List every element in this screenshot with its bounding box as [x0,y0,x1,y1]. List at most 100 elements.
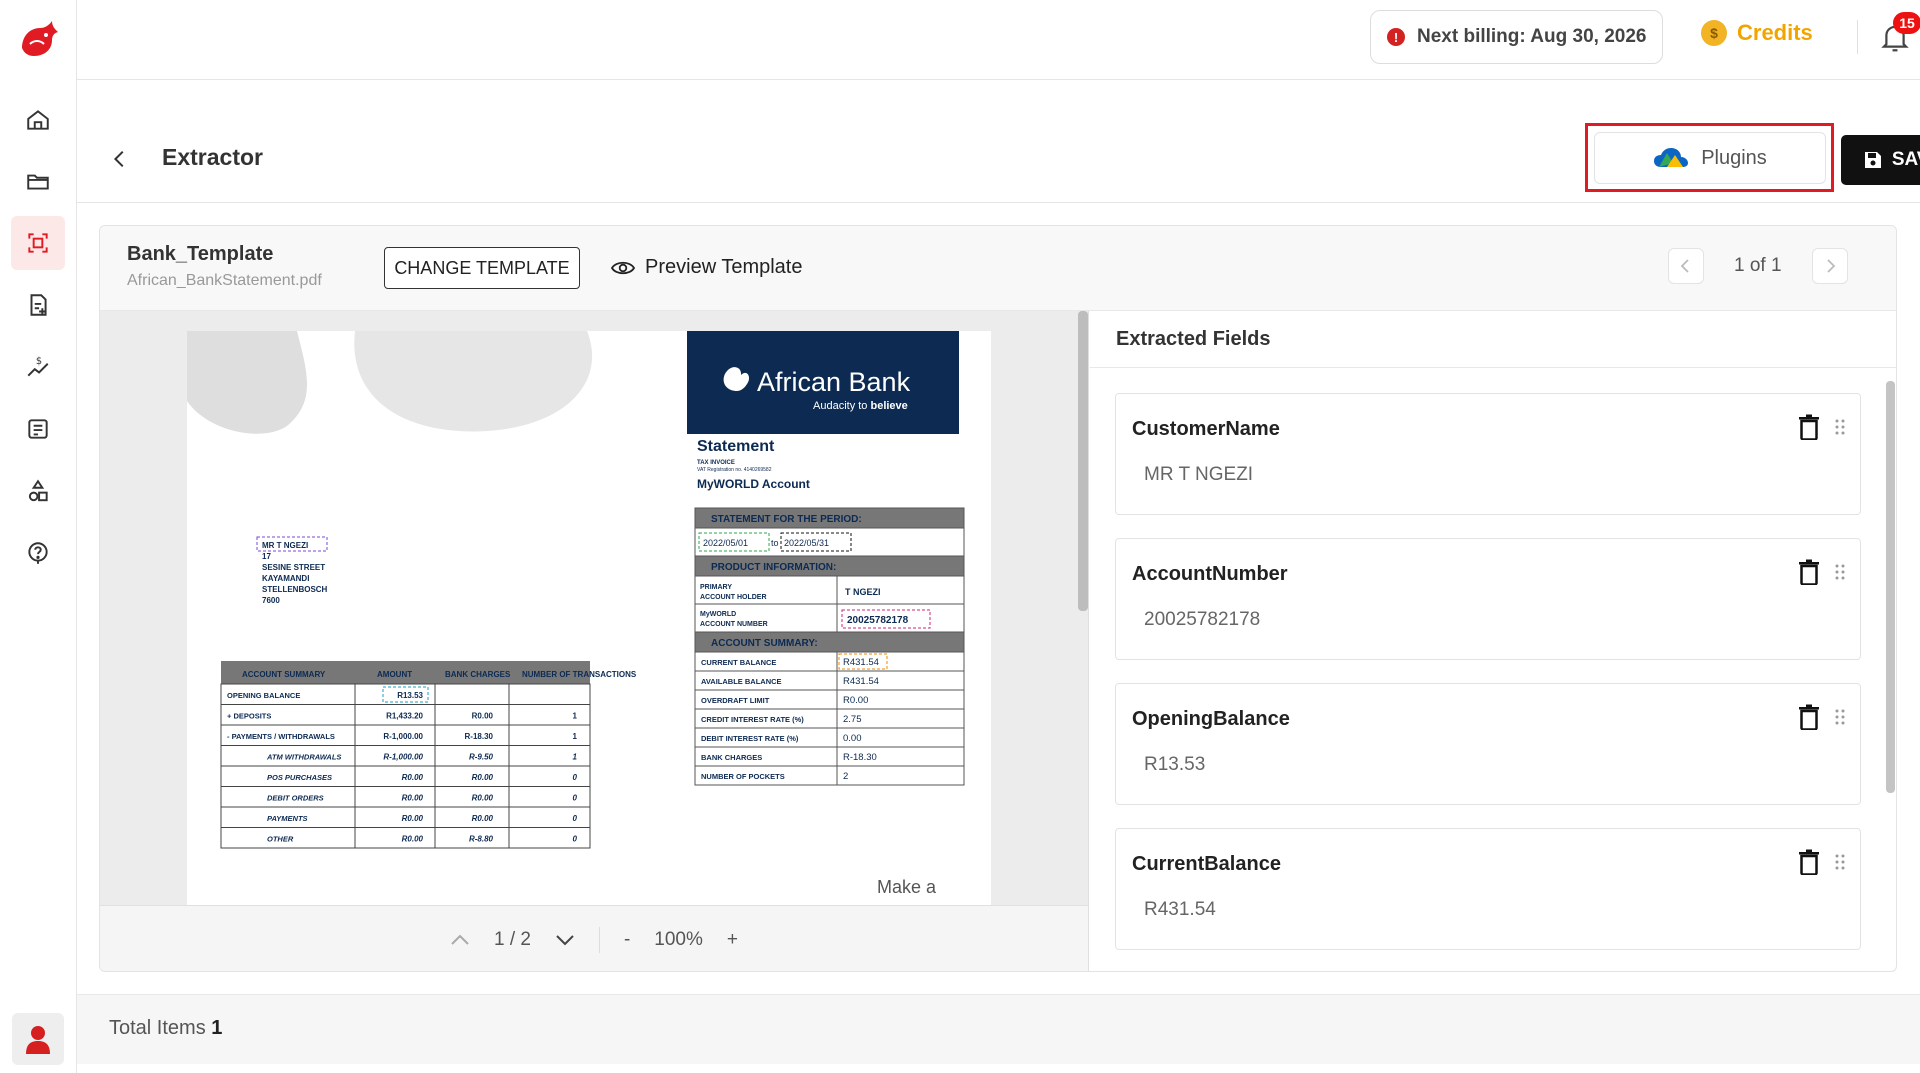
extracted-field[interactable]: CustomerName MR T NGEZI [1115,393,1861,515]
home-icon [27,110,49,130]
billing-notice[interactable]: ! Next billing: Aug 30, 2026 [1370,10,1663,64]
template-file: African_BankStatement.pdf [127,272,322,289]
zoom-out-button[interactable]: - [624,929,630,951]
cloud-drive-icon [1654,148,1689,167]
table-row-amount: R0.00 [402,794,424,803]
extracted-field[interactable]: CurrentBalance R431.54 [1115,828,1861,950]
field-value[interactable]: MR T NGEZI [1144,464,1253,486]
table-row-count: 0 [573,794,578,803]
fields-title: Extracted Fields [1116,328,1271,350]
trash-icon[interactable] [1798,704,1820,730]
fields-scrollbar[interactable] [1886,381,1895,793]
summary-label: AVAILABLE BALANCE [701,677,782,686]
trash-icon[interactable] [1798,414,1820,440]
trash-icon[interactable] [1798,559,1820,585]
document-viewer[interactable]: African Bank Audacity to believe Stateme… [100,311,1089,971]
preview-template-button[interactable]: Preview Template [611,256,802,279]
summary-value: 2 [843,771,848,782]
nav-list[interactable] [11,402,65,456]
table-header-cell: ACCOUNT SUMMARY [242,670,326,679]
template-card: Bank_Template African_BankStatement.pdf … [99,225,1897,972]
back-arrow-icon[interactable] [109,148,131,170]
next-page-button[interactable] [1811,248,1848,284]
chevron-up-icon[interactable] [450,933,470,947]
nav-billing[interactable]: $ [11,340,65,394]
change-template-button[interactable]: CHANGE TEMPLATE [384,247,580,289]
nav-folders[interactable] [11,154,65,208]
page-indicator: 1 / 2 [493,928,531,950]
nav-help[interactable] [11,526,65,580]
nav-documents[interactable] [11,278,65,332]
account-number-label: MyWORLD ACCOUNT NUMBER [700,611,768,628]
viewer-controls: 1 / 2 - 100% + [100,905,1088,971]
table-row-label: ATM WITHDRAWALS [266,753,341,762]
drag-handle-icon[interactable] [1833,418,1847,436]
list-icon [28,419,48,439]
period-to: 2022/05/31 [784,538,829,548]
table-row-charges: R0.00 [472,773,494,782]
nav-home[interactable] [11,93,65,147]
drag-handle-icon[interactable] [1833,563,1847,581]
top-bar: ! Next billing: Aug 30, 2026 $ Credits 1… [77,0,1920,80]
statement-title: Statement [697,438,775,455]
primary-holder-label: PRIMARY ACCOUNT HOLDER [700,584,767,601]
table-row-count: 1 [573,732,578,741]
address-line: 17 [262,552,271,561]
total-count: 1 [211,1017,223,1039]
field-name: CustomerName [1132,418,1280,440]
chevron-down-icon[interactable] [555,933,575,947]
address-lines: 17 SESINE STREET KAYAMANDI STELLENBOSCH 7600 [262,552,328,605]
plugins-button[interactable]: Plugins [1594,132,1826,184]
table-row-count: 1 [573,712,578,721]
table-row-amount: R0.00 [402,773,424,782]
drag-handle-icon[interactable] [1833,853,1847,871]
divider [598,926,600,953]
chevron-right-icon [1826,259,1835,273]
field-value[interactable]: R13.53 [1144,754,1205,776]
field-name: CurrentBalance [1132,853,1281,875]
credits-button[interactable]: $ Credits [1701,20,1813,46]
preview-label: Preview Template [645,256,803,278]
save-button[interactable]: SAVE [1841,135,1920,185]
account-type: MyWORLD Account [697,477,810,491]
prev-page-button[interactable] [1668,248,1704,284]
brand-logo[interactable] [16,18,60,60]
vat-line: VAT Registration no. 4140269582 [697,467,772,473]
summary-label: DEBIT INTEREST RATE (%) [701,734,799,743]
page-header: Extractor Plugins SAVE [77,80,1920,203]
divider [1090,367,1896,368]
tax-invoice: TAX INVOICE [697,460,735,466]
table-row-charges: R0.00 [472,712,494,721]
help-icon [28,542,48,564]
period-box [694,507,965,653]
nav-shapes[interactable] [11,464,65,518]
extracted-field[interactable]: OpeningBalance R13.53 [1115,683,1861,805]
trash-icon[interactable] [1798,849,1820,875]
bank-name: African Bank [757,367,911,397]
table-header-cell: AMOUNT [377,670,412,679]
nav-extractor[interactable] [11,216,65,270]
plugins-label: Plugins [1701,146,1767,169]
extracted-field[interactable]: AccountNumber 20025782178 [1115,538,1861,660]
table-row-amount: R-1,000.00 [383,732,423,741]
summary-label: BANK CHARGES [701,753,762,762]
user-avatar[interactable] [12,1013,64,1065]
sidebar: $ [0,0,77,1073]
drag-handle-icon[interactable] [1833,708,1847,726]
page-title: Extractor [162,144,263,170]
table-row-charges: R0.00 [472,814,494,823]
viewer-scrollbar[interactable] [1078,311,1088,611]
zoom-in-button[interactable]: + [727,929,738,951]
shapes-icon [28,479,48,502]
template-name: Bank_Template [127,243,274,265]
decor-shape [354,331,593,432]
account-number-value: 20025782178 [847,615,909,626]
alert-icon: ! [1387,28,1405,46]
save-label: SAVE [1891,149,1920,170]
field-value[interactable]: R431.54 [1144,899,1216,921]
table-row-label: OTHER [267,835,294,844]
bank-tagline: Audacity to believe [813,400,908,412]
field-value[interactable]: 20025782178 [1144,609,1260,631]
total-label: Total Items [109,1017,206,1039]
summary-value: R431.54 [843,676,879,687]
